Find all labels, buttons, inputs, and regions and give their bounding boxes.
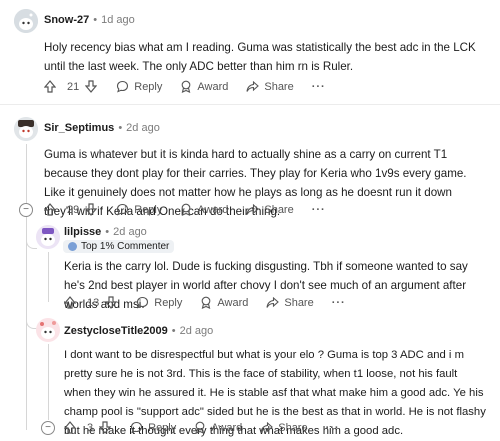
timestamp: 2d ago [179,325,214,337]
comment-body: Holy recency bias what am I reading. Gum… [44,41,476,73]
avatar[interactable] [36,225,60,249]
comment-meta: Snow-27 • 1d ago [44,14,135,26]
share-button[interactable]: Share [266,296,314,309]
username[interactable]: ZestycloseTitle2009 [64,325,168,337]
timestamp: 1d ago [101,14,135,26]
thread-line[interactable] [48,344,49,420]
award-button[interactable]: Award [180,80,228,93]
award-label: Award [217,296,249,309]
reply-button[interactable]: Reply [116,80,162,93]
avatar-snoo-icon [14,117,38,141]
comment-meta: ZestycloseTitle2009 • 2d ago [64,325,213,337]
reply-icon [137,296,149,309]
reply-icon [131,421,143,434]
badge-icon [68,242,77,251]
upvote-icon[interactable] [64,296,76,309]
more-options-button[interactable]: ··· [312,81,326,93]
collapse-thread-button[interactable]: − [41,421,55,435]
vote-group: 13 [64,296,122,309]
separator-dot: • [93,14,98,26]
vote-count: 29 [67,203,80,216]
username[interactable]: Snow-27 [44,14,89,26]
comment-meta: lilpisse • 2d ago [64,226,147,238]
share-button[interactable]: Share [260,421,308,434]
award-label: Award [197,80,229,93]
vote-count: 21 [67,80,80,93]
username[interactable]: Sir_Septimus [44,122,114,134]
username[interactable]: lilpisse [64,226,101,238]
vote-count: 13 [87,296,100,309]
collapse-thread-button[interactable]: − [19,203,33,217]
badge-label: Top 1% Commenter [81,241,170,252]
reply-label: Reply [148,421,177,434]
reply-button[interactable]: Reply [136,296,182,309]
share-label: Share [264,80,294,93]
reply-icon [117,203,129,216]
timestamp: 2d ago [113,226,147,238]
separator-dot: • [118,122,123,134]
avatar[interactable] [36,318,60,342]
top-commenter-badge: Top 1% Commenter [63,240,175,253]
comment-actions: 21 Reply Award Share ··· [44,80,344,93]
reply-label: Reply [134,80,163,93]
avatar[interactable] [14,9,38,33]
award-icon [202,296,211,309]
more-options-button[interactable]: ··· [326,422,340,434]
share-label: Share [264,203,294,216]
award-label: Award [197,203,229,216]
award-icon [195,421,205,434]
award-icon [182,80,191,93]
reply-button[interactable]: Reply [130,421,176,434]
upvote-icon[interactable] [44,80,56,93]
comment-actions: 13 Reply Award Share ··· [64,296,364,309]
avatar[interactable] [14,117,38,141]
separator-dot: • [105,226,110,238]
reply-label: Reply [134,203,163,216]
award-button[interactable]: Award [180,203,228,216]
upvote-icon[interactable] [64,421,76,434]
downvote-icon[interactable] [99,421,112,434]
share-label: Share [278,421,308,434]
timestamp: 2d ago [126,122,160,134]
reply-icon [117,80,129,93]
reply-button[interactable]: Reply [116,203,162,216]
reply-label: Reply [154,296,183,309]
award-button[interactable]: Award [200,296,248,309]
downvote-icon[interactable] [85,80,98,93]
upvote-icon[interactable] [44,203,56,216]
share-icon [246,203,260,215]
avatar-snoo-icon [14,9,38,33]
vote-group: 29 [44,203,102,216]
avatar-snoo-icon [36,225,60,249]
downvote-icon[interactable] [105,296,118,309]
thread-line[interactable] [26,144,27,430]
award-label: Award [211,421,243,434]
share-icon [260,421,274,433]
thread-line[interactable] [48,252,49,302]
vote-group: 21 [44,80,102,93]
avatar-snoo-icon [36,318,60,342]
share-button[interactable]: Share [246,80,294,93]
vote-count: 3 [87,421,94,434]
share-icon [246,80,260,92]
comment-meta: Sir_Septimus • 2d ago [44,122,160,134]
award-button[interactable]: Award [194,421,242,434]
divider [0,104,500,105]
share-icon [266,296,280,308]
vote-group: 3 [64,421,116,434]
more-options-button[interactable]: ··· [312,204,326,216]
separator-dot: • [171,325,176,337]
share-button[interactable]: Share [246,203,294,216]
share-label: Share [284,296,314,309]
more-options-button[interactable]: ··· [332,297,346,309]
comment-actions: 29 Reply Award Share ··· [44,203,344,216]
downvote-icon[interactable] [85,203,98,216]
award-icon [182,203,191,216]
comment-actions: 3 Reply Award Share ··· [64,421,358,434]
